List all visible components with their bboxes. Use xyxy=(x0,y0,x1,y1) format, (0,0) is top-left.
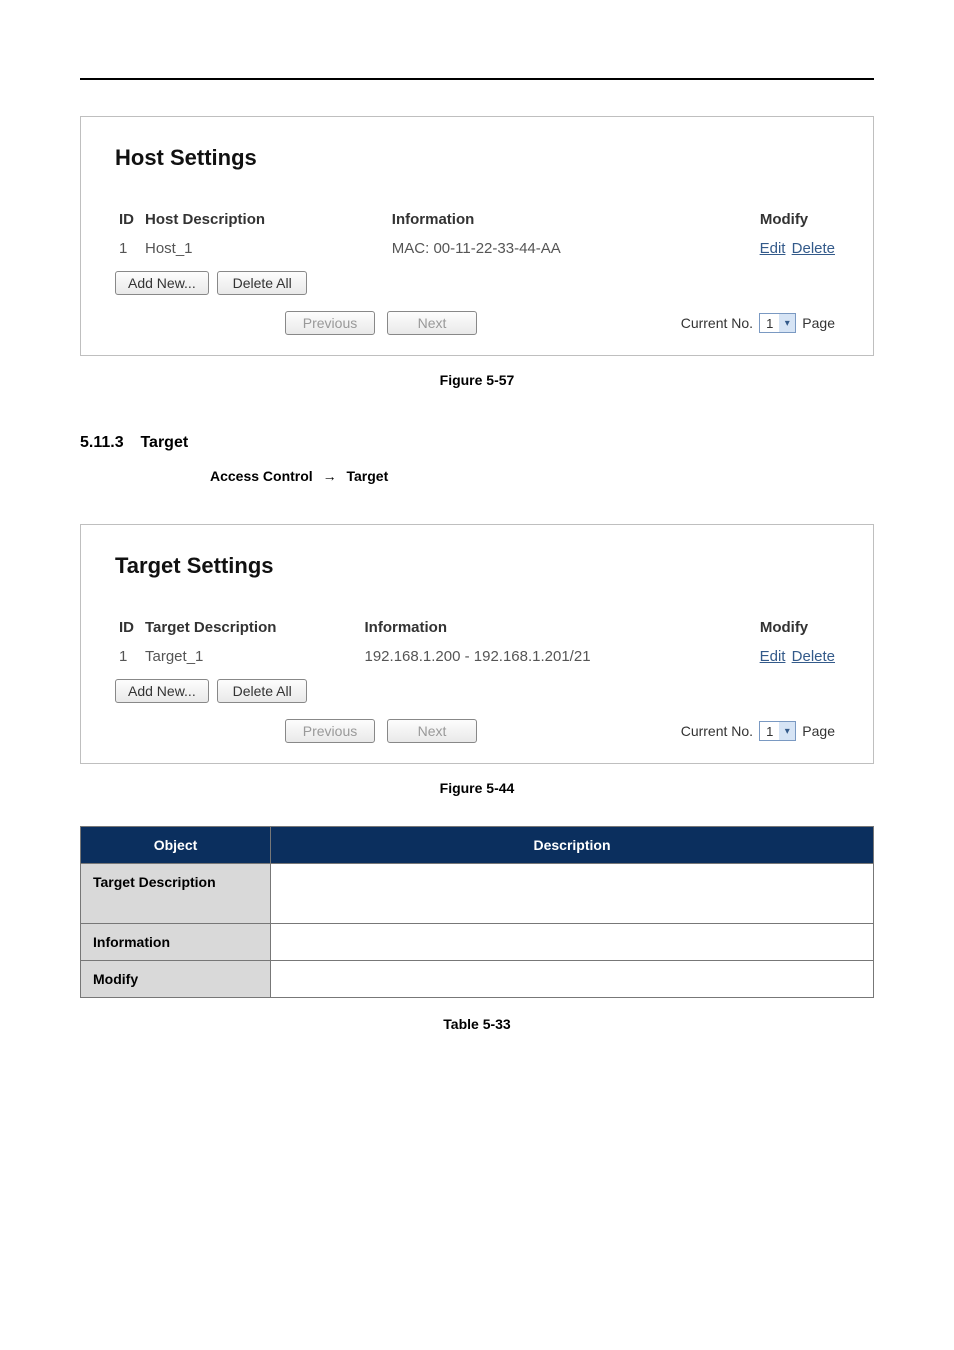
host-table: ID Host Description Information Modify 1… xyxy=(115,205,839,263)
figure-caption-1: Figure 5-57 xyxy=(80,372,874,388)
current-no-select[interactable]: 1 ▾ xyxy=(759,313,796,333)
description-cell xyxy=(271,864,874,924)
table-row: Modify xyxy=(81,961,874,998)
target-settings-panel: Target Settings ID Target Description In… xyxy=(80,524,874,764)
previous-button[interactable]: Previous xyxy=(285,311,375,335)
object-cell: Target Description xyxy=(81,864,271,924)
row-id: 1 xyxy=(115,642,141,671)
col-modify-header: Modify xyxy=(729,613,839,642)
previous-button[interactable]: Previous xyxy=(285,719,375,743)
add-new-button[interactable]: Add New... xyxy=(115,679,209,703)
description-table: Object Description Target Description In… xyxy=(80,826,874,998)
row-info: 192.168.1.200 - 192.168.1.201/21 xyxy=(361,642,730,671)
chevron-down-icon: ▾ xyxy=(779,314,795,332)
current-no-value: 1 xyxy=(760,724,779,739)
edit-link[interactable]: Edit xyxy=(760,240,786,257)
host-pager: Previous Next Current No. 1 ▾ Page xyxy=(115,311,839,335)
object-cell: Modify xyxy=(81,961,271,998)
target-pager: Previous Next Current No. 1 ▾ Page xyxy=(115,719,839,743)
row-modify-cell: Edit Delete xyxy=(729,642,839,671)
row-modify-cell: Edit Delete xyxy=(729,234,839,263)
delete-link[interactable]: Delete xyxy=(792,240,835,257)
delete-link[interactable]: Delete xyxy=(792,648,835,665)
target-table: ID Target Description Information Modify… xyxy=(115,613,839,671)
top-divider xyxy=(80,78,874,80)
current-no-label: Current No. xyxy=(681,723,753,739)
path-part-a: Access Control xyxy=(210,468,313,484)
table-row: Target Description xyxy=(81,864,874,924)
col-modify-header: Modify xyxy=(729,205,839,234)
edit-link[interactable]: Edit xyxy=(760,648,786,665)
col-id-header: ID xyxy=(115,205,141,234)
page-label: Page xyxy=(802,315,835,331)
add-new-button[interactable]: Add New... xyxy=(115,271,209,295)
description-cell xyxy=(271,961,874,998)
section-number: 5.11.3 xyxy=(80,434,136,452)
col-desc-header: Host Description xyxy=(141,205,388,234)
chevron-down-icon: ▾ xyxy=(779,722,795,740)
col-info-header: Information xyxy=(388,205,729,234)
table-caption: Table 5-33 xyxy=(80,1016,874,1032)
row-info: MAC: 00-11-22-33-44-AA xyxy=(388,234,729,263)
host-settings-panel: Host Settings ID Host Description Inform… xyxy=(80,116,874,356)
col-info-header: Information xyxy=(361,613,730,642)
next-button[interactable]: Next xyxy=(387,311,477,335)
current-no-select[interactable]: 1 ▾ xyxy=(759,721,796,741)
host-button-row: Add New... Delete All xyxy=(115,271,839,295)
table-row: 1 Target_1 192.168.1.200 - 192.168.1.201… xyxy=(115,642,839,671)
path-part-b: Target xyxy=(346,468,388,484)
page-label: Page xyxy=(802,723,835,739)
table-row: 1 Host_1 MAC: 00-11-22-33-44-AA Edit Del… xyxy=(115,234,839,263)
col-desc-header: Target Description xyxy=(141,613,361,642)
section-heading: 5.11.3 Target xyxy=(80,434,874,452)
current-no-value: 1 xyxy=(760,316,779,331)
description-cell xyxy=(271,924,874,961)
description-header: Description xyxy=(271,827,874,864)
row-id: 1 xyxy=(115,234,141,263)
current-no-label: Current No. xyxy=(681,315,753,331)
target-button-row: Add New... Delete All xyxy=(115,679,839,703)
row-desc: Target_1 xyxy=(141,642,361,671)
col-id-header: ID xyxy=(115,613,141,642)
object-header: Object xyxy=(81,827,271,864)
nav-path: Access Control → Target xyxy=(210,468,874,484)
table-row: Information xyxy=(81,924,874,961)
delete-all-button[interactable]: Delete All xyxy=(217,271,307,295)
object-cell: Information xyxy=(81,924,271,961)
row-desc: Host_1 xyxy=(141,234,388,263)
delete-all-button[interactable]: Delete All xyxy=(217,679,307,703)
target-panel-title: Target Settings xyxy=(115,553,839,579)
figure-caption-2: Figure 5-44 xyxy=(80,780,874,796)
next-button[interactable]: Next xyxy=(387,719,477,743)
arrow-right-icon: → xyxy=(323,468,337,484)
host-panel-title: Host Settings xyxy=(115,145,839,171)
section-title: Target xyxy=(140,434,188,451)
